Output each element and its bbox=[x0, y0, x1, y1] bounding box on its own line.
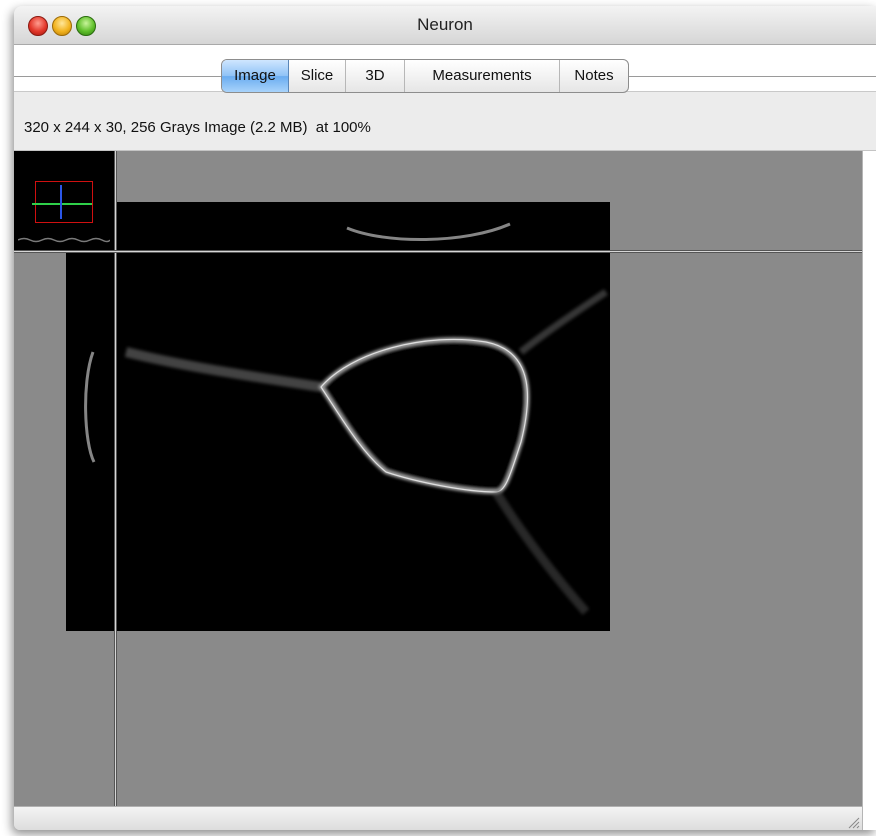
navigator-wave bbox=[18, 237, 110, 243]
navigator-horizontal-line bbox=[32, 203, 92, 205]
tab-segmented-control: Image Slice 3D Measurements Notes bbox=[221, 59, 629, 93]
image-viewer[interactable] bbox=[14, 151, 862, 806]
navigator-viewport-box[interactable] bbox=[35, 181, 93, 223]
xz-projection-strip[interactable] bbox=[115, 202, 610, 252]
image-info-text: 320 x 244 x 30, 256 Grays Image (2.2 MB)… bbox=[24, 119, 371, 136]
navigator-vertical-line bbox=[60, 185, 62, 219]
neuron-render bbox=[124, 289, 608, 615]
tab-slice[interactable]: Slice bbox=[289, 60, 346, 92]
resize-grip-icon[interactable] bbox=[848, 817, 860, 829]
crosshair-horizontal[interactable] bbox=[14, 250, 862, 253]
yz-projection-render bbox=[84, 351, 96, 463]
window-title: Neuron bbox=[417, 15, 473, 34]
app-window: Neuron Image Slice 3D Measurements Notes… bbox=[14, 6, 876, 830]
vertical-scroll-gutter[interactable] bbox=[862, 151, 876, 830]
tab-image[interactable]: Image bbox=[222, 60, 289, 92]
status-bar bbox=[14, 806, 862, 830]
image-info-bar: 320 x 244 x 30, 256 Grays Image (2.2 MB)… bbox=[14, 92, 876, 151]
tab-bar: Image Slice 3D Measurements Notes bbox=[14, 45, 876, 93]
tab-notes[interactable]: Notes bbox=[560, 60, 628, 92]
navigator-thumbnail[interactable] bbox=[14, 151, 115, 252]
neuron-image[interactable] bbox=[66, 202, 610, 631]
yz-projection-strip[interactable] bbox=[66, 252, 115, 631]
title-bar[interactable]: Neuron bbox=[14, 6, 876, 45]
xz-projection-render bbox=[346, 222, 511, 241]
tab-3d[interactable]: 3D bbox=[346, 60, 405, 92]
tab-measurements[interactable]: Measurements bbox=[405, 60, 560, 92]
